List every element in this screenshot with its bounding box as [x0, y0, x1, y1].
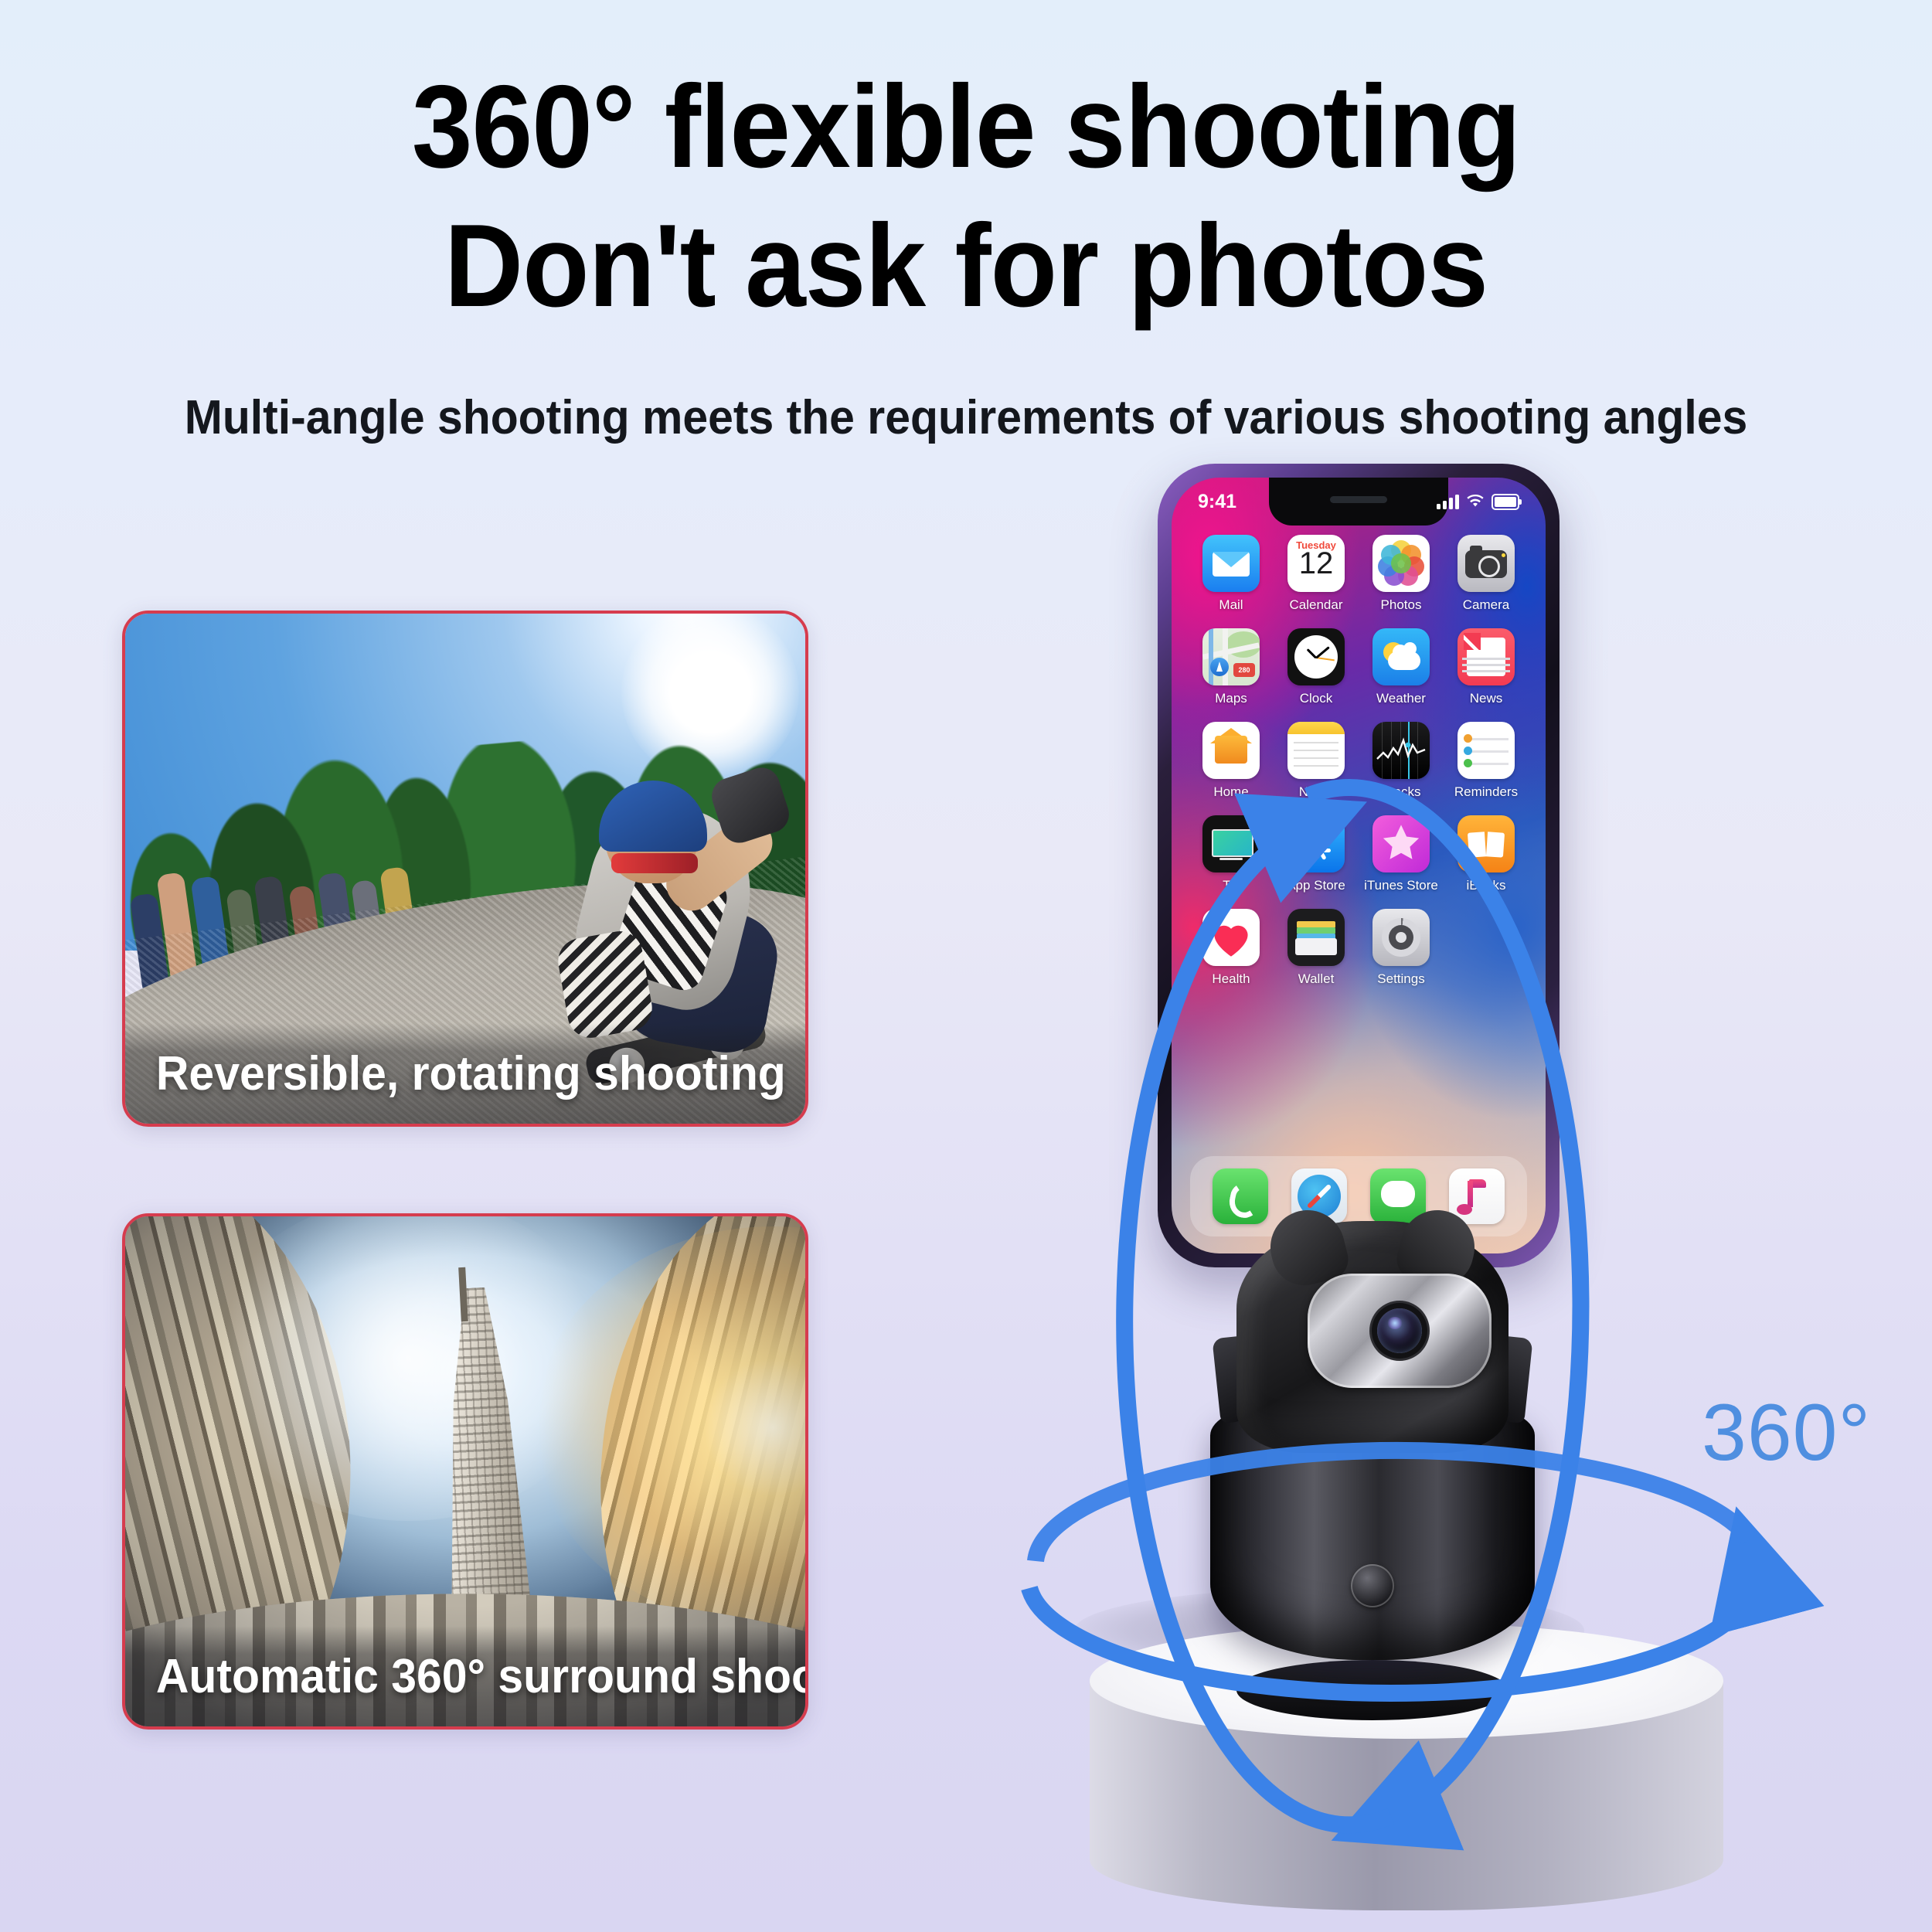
headline-line-1: 360° flexible shooting: [411, 61, 1521, 192]
app-icon-health[interactable]: Health: [1192, 909, 1270, 987]
notes-icon: [1287, 722, 1345, 779]
app-label: Clock: [1299, 691, 1333, 706]
app-label: Stocks: [1381, 784, 1421, 799]
tv-icon: [1202, 815, 1260, 872]
card-caption: Automatic 360° surround shooting: [155, 1649, 808, 1703]
app-icon-home[interactable]: Home: [1192, 722, 1270, 800]
app-icon-settings[interactable]: Settings: [1362, 909, 1440, 987]
page-subtitle: Multi-angle shooting meets the requireme…: [184, 391, 1748, 444]
app-label: Camera: [1462, 597, 1510, 612]
headline-line-2: Don't ask for photos: [444, 200, 1488, 332]
app-label: Home: [1213, 784, 1249, 799]
app-icon-clock[interactable]: Clock: [1277, 628, 1355, 706]
app-label: Calendar: [1289, 597, 1343, 612]
app-icon-weather[interactable]: Weather: [1362, 628, 1440, 706]
device-head: [1236, 1202, 1509, 1453]
stocks-icon: [1372, 722, 1430, 779]
phone-screen: 9:41 Mail Tuesday 12 Calendar Photos Cam…: [1172, 478, 1546, 1253]
phone-icon[interactable]: [1213, 1168, 1268, 1224]
app-icon-tv[interactable]: TV: [1192, 815, 1270, 893]
app-icon-notes[interactable]: Notes: [1277, 722, 1355, 800]
app-slot-empty: [1447, 909, 1526, 987]
maps-icon: 280: [1202, 628, 1260, 685]
camera-icon: [1458, 535, 1515, 592]
maps-pin-icon: [1210, 658, 1229, 676]
card-caption-bar: Reversible, rotating shooting: [125, 1023, 805, 1124]
weather-icon: [1372, 628, 1430, 685]
ibooks-icon: [1458, 815, 1515, 872]
app-label: News: [1469, 691, 1503, 706]
itunes-store-icon: [1372, 815, 1430, 872]
smartphone: 9:41 Mail Tuesday 12 Calendar Photos Cam…: [1158, 464, 1560, 1267]
app-label: Mail: [1219, 597, 1243, 612]
poster-canvas: 360° flexible shooting Don't ask for pho…: [0, 0, 1932, 1932]
app-icon-mail[interactable]: Mail: [1192, 535, 1270, 613]
app-icon-calendar[interactable]: Tuesday 12 Calendar: [1277, 535, 1355, 613]
wallet-icon: [1287, 909, 1345, 966]
feature-card-reversible: Reversible, rotating shooting: [122, 611, 808, 1127]
mail-icon: [1202, 535, 1260, 592]
clock-icon: [1287, 628, 1345, 685]
app-icon-news[interactable]: News: [1447, 628, 1526, 706]
app-icon-reminders[interactable]: Reminders: [1447, 722, 1526, 800]
app-label: Wallet: [1298, 971, 1335, 986]
app-grid: Mail Tuesday 12 Calendar Photos Camera 2…: [1172, 535, 1546, 987]
card-caption: Reversible, rotating shooting: [155, 1046, 786, 1100]
health-icon: [1202, 909, 1260, 966]
app-icon-maps[interactable]: 280 Maps: [1192, 628, 1270, 706]
maps-route-badge: 280: [1233, 663, 1255, 677]
app-label: Health: [1212, 971, 1250, 986]
card-caption-bar: Automatic 360° surround shooting: [125, 1626, 805, 1726]
app-label: iBooks: [1466, 878, 1506, 893]
reminders-icon: [1458, 722, 1515, 779]
home-icon: [1202, 722, 1260, 779]
battery-icon: [1492, 493, 1522, 510]
settings-icon: [1372, 909, 1430, 966]
app-icon-wallet[interactable]: Wallet: [1277, 909, 1355, 987]
app-icon-photos[interactable]: Photos: [1362, 535, 1440, 613]
app-label: Notes: [1298, 784, 1334, 799]
page-title: 360° flexible shooting Don't ask for pho…: [68, 68, 1865, 325]
wifi-icon: [1467, 495, 1484, 507]
app-icon-app-store[interactable]: App Store: [1277, 815, 1355, 893]
cellular-bars-icon: [1437, 494, 1459, 509]
gimbal-camera-device: [1210, 1202, 1535, 1720]
app-icon-camera[interactable]: Camera: [1447, 535, 1526, 613]
camera-lens-icon: [1377, 1308, 1422, 1353]
status-bar: 9:41: [1172, 478, 1546, 526]
app-label: Settings: [1377, 971, 1425, 986]
app-label: TV: [1223, 878, 1240, 893]
app-label: iTunes Store: [1364, 878, 1438, 893]
app-label: Photos: [1380, 597, 1422, 612]
app-icon-ibooks[interactable]: iBooks: [1447, 815, 1526, 893]
app-icon-itunes-store[interactable]: iTunes Store: [1362, 815, 1440, 893]
headline-block: 360° flexible shooting Don't ask for pho…: [0, 68, 1932, 325]
app-label: Reminders: [1454, 784, 1519, 799]
camera-faceplate: [1308, 1274, 1492, 1388]
app-icon-stocks[interactable]: Stocks: [1362, 722, 1440, 800]
photos-icon: [1372, 535, 1430, 592]
app-label: Maps: [1215, 691, 1247, 706]
app-store-icon: [1287, 815, 1345, 872]
product-composition: 9:41 Mail Tuesday 12 Calendar Photos Cam…: [958, 464, 1870, 1932]
rotation-degree-label: 360°: [1702, 1388, 1872, 1478]
status-time: 9:41: [1198, 490, 1237, 512]
app-label: App Store: [1287, 878, 1345, 893]
feature-card-surround: Automatic 360° surround shooting: [122, 1213, 808, 1730]
device-power-button[interactable]: [1351, 1564, 1394, 1607]
news-icon: [1458, 628, 1515, 685]
calendar-icon: Tuesday 12: [1287, 535, 1345, 592]
app-label: Weather: [1376, 691, 1426, 706]
calendar-day: 12: [1298, 546, 1334, 580]
